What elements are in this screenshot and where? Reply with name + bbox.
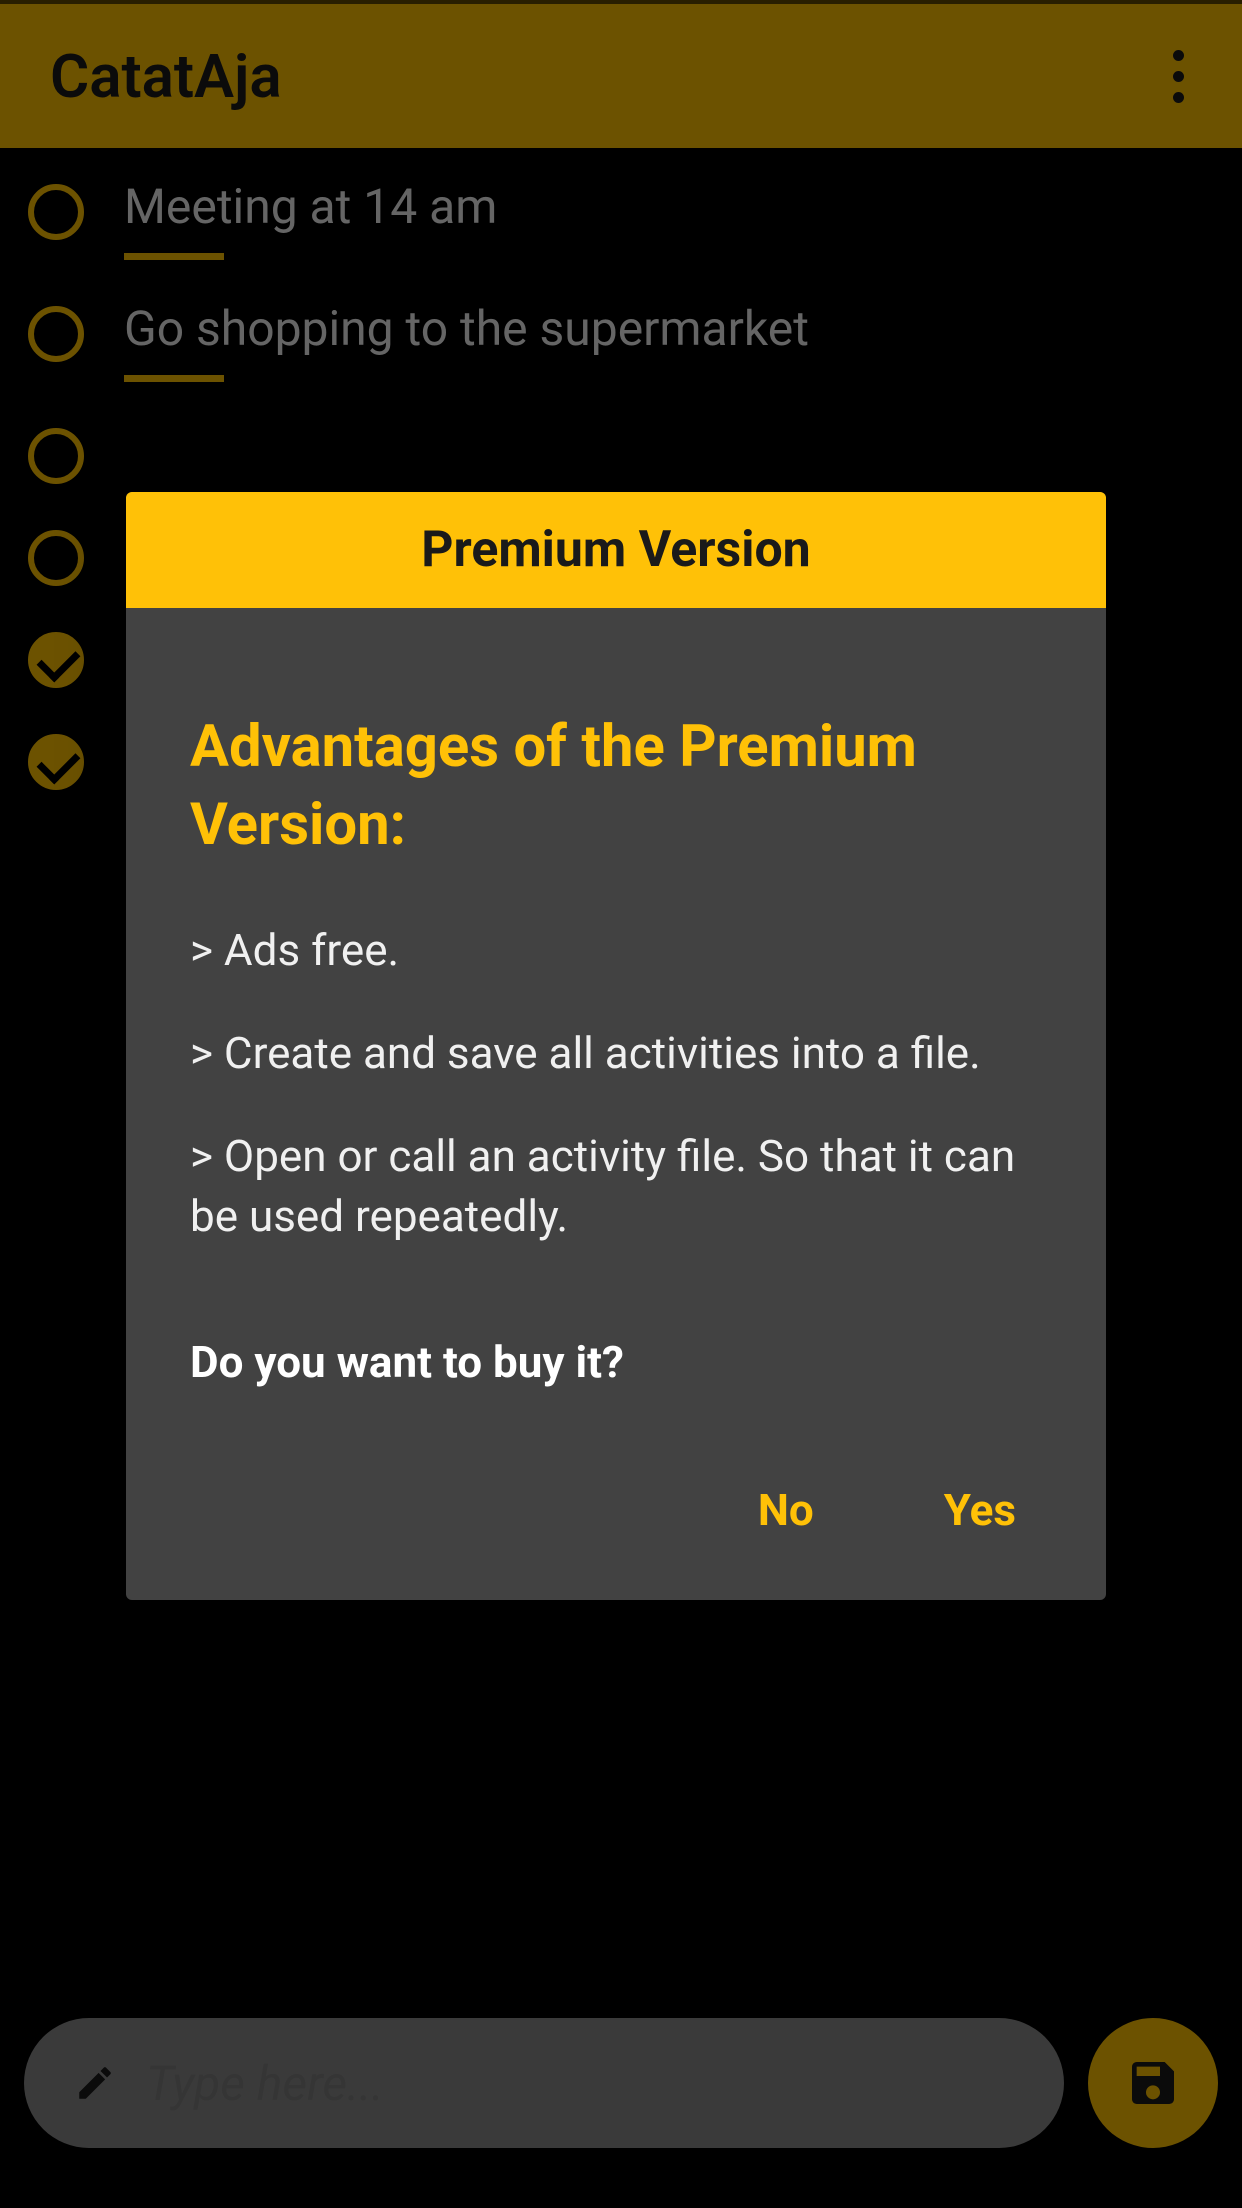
task-underline — [124, 253, 224, 260]
input-bar — [24, 2018, 1218, 2148]
task-text: Meeting at 14 am — [124, 178, 497, 235]
dialog-bullet: > Ads free. — [190, 921, 1042, 980]
task-checkbox[interactable] — [28, 184, 84, 240]
dialog-bullet: > Create and save all activities into a … — [190, 1024, 1042, 1083]
task-text: Go shopping to the supermarket — [124, 300, 809, 357]
save-icon — [1125, 2055, 1181, 2111]
task-checkbox[interactable] — [28, 530, 84, 586]
no-button[interactable]: No — [758, 1484, 814, 1536]
yes-button[interactable]: Yes — [944, 1484, 1016, 1536]
app-screen: CatatAja Meeting at 14 am Go shopping to … — [0, 0, 1242, 2208]
task-checkbox[interactable] — [28, 428, 84, 484]
dialog-heading: Advantages of the Premium Version: — [190, 708, 1042, 865]
task-body: Meeting at 14 am — [124, 178, 497, 260]
dialog-actions: No Yes — [126, 1428, 1106, 1600]
save-button[interactable] — [1088, 2018, 1218, 2148]
premium-dialog: Premium Version Advantages of the Premiu… — [126, 492, 1106, 1600]
task-checkbox[interactable] — [28, 734, 84, 790]
app-title: CatatAja — [50, 41, 282, 112]
task-row[interactable]: Go shopping to the supermarket — [28, 300, 1214, 382]
task-checkbox[interactable] — [28, 632, 84, 688]
app-bar: CatatAja — [0, 4, 1242, 148]
task-body: Go shopping to the supermarket — [124, 300, 809, 382]
dialog-title-bar: Premium Version — [126, 492, 1106, 608]
task-row[interactable] — [28, 422, 1214, 484]
dialog-bullet: > Open or call an activity file. So that… — [190, 1127, 1042, 1246]
add-task-input[interactable] — [146, 2055, 1014, 2112]
add-task-input-container[interactable] — [24, 2018, 1064, 2148]
task-row[interactable]: Meeting at 14 am — [28, 178, 1214, 260]
task-underline — [124, 375, 224, 382]
dialog-prompt: Do you want to buy it? — [190, 1336, 1042, 1388]
pencil-icon — [74, 2062, 116, 2104]
task-checkbox[interactable] — [28, 306, 84, 362]
dialog-title: Premium Version — [421, 521, 810, 579]
more-icon[interactable] — [1154, 36, 1202, 116]
dialog-body: Advantages of the Premium Version: > Ads… — [126, 608, 1106, 1428]
